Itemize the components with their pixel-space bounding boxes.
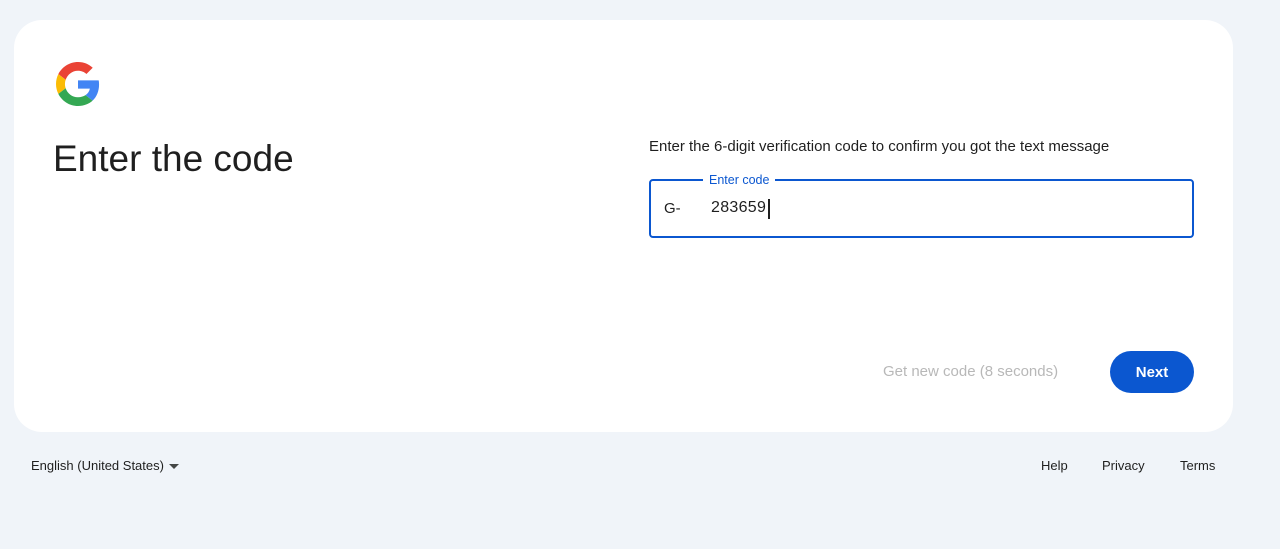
language-label: English (United States) (31, 458, 164, 473)
language-selector[interactable]: English (United States) (31, 456, 164, 476)
footer: English (United States) Help Privacy Ter… (0, 456, 1280, 476)
signin-card: Enter the code Enter the 6-digit verific… (14, 20, 1233, 432)
code-prefix: G- (664, 200, 681, 217)
next-button[interactable]: Next (1110, 351, 1194, 393)
caret-down-icon[interactable] (169, 464, 179, 469)
privacy-link[interactable]: Privacy (1102, 456, 1145, 476)
help-link[interactable]: Help (1041, 456, 1068, 476)
code-field-label: Enter code (703, 172, 776, 188)
page-title: Enter the code (53, 138, 294, 179)
code-field[interactable]: Enter code G- (649, 172, 1194, 238)
instructions-text: Enter the 6-digit verification code to c… (649, 138, 1110, 155)
google-logo-icon (56, 62, 100, 106)
code-input[interactable] (711, 195, 1111, 221)
terms-link[interactable]: Terms (1180, 456, 1215, 476)
text-caret (768, 199, 770, 219)
get-new-code-button[interactable]: Get new code (8 seconds) (883, 362, 1058, 382)
